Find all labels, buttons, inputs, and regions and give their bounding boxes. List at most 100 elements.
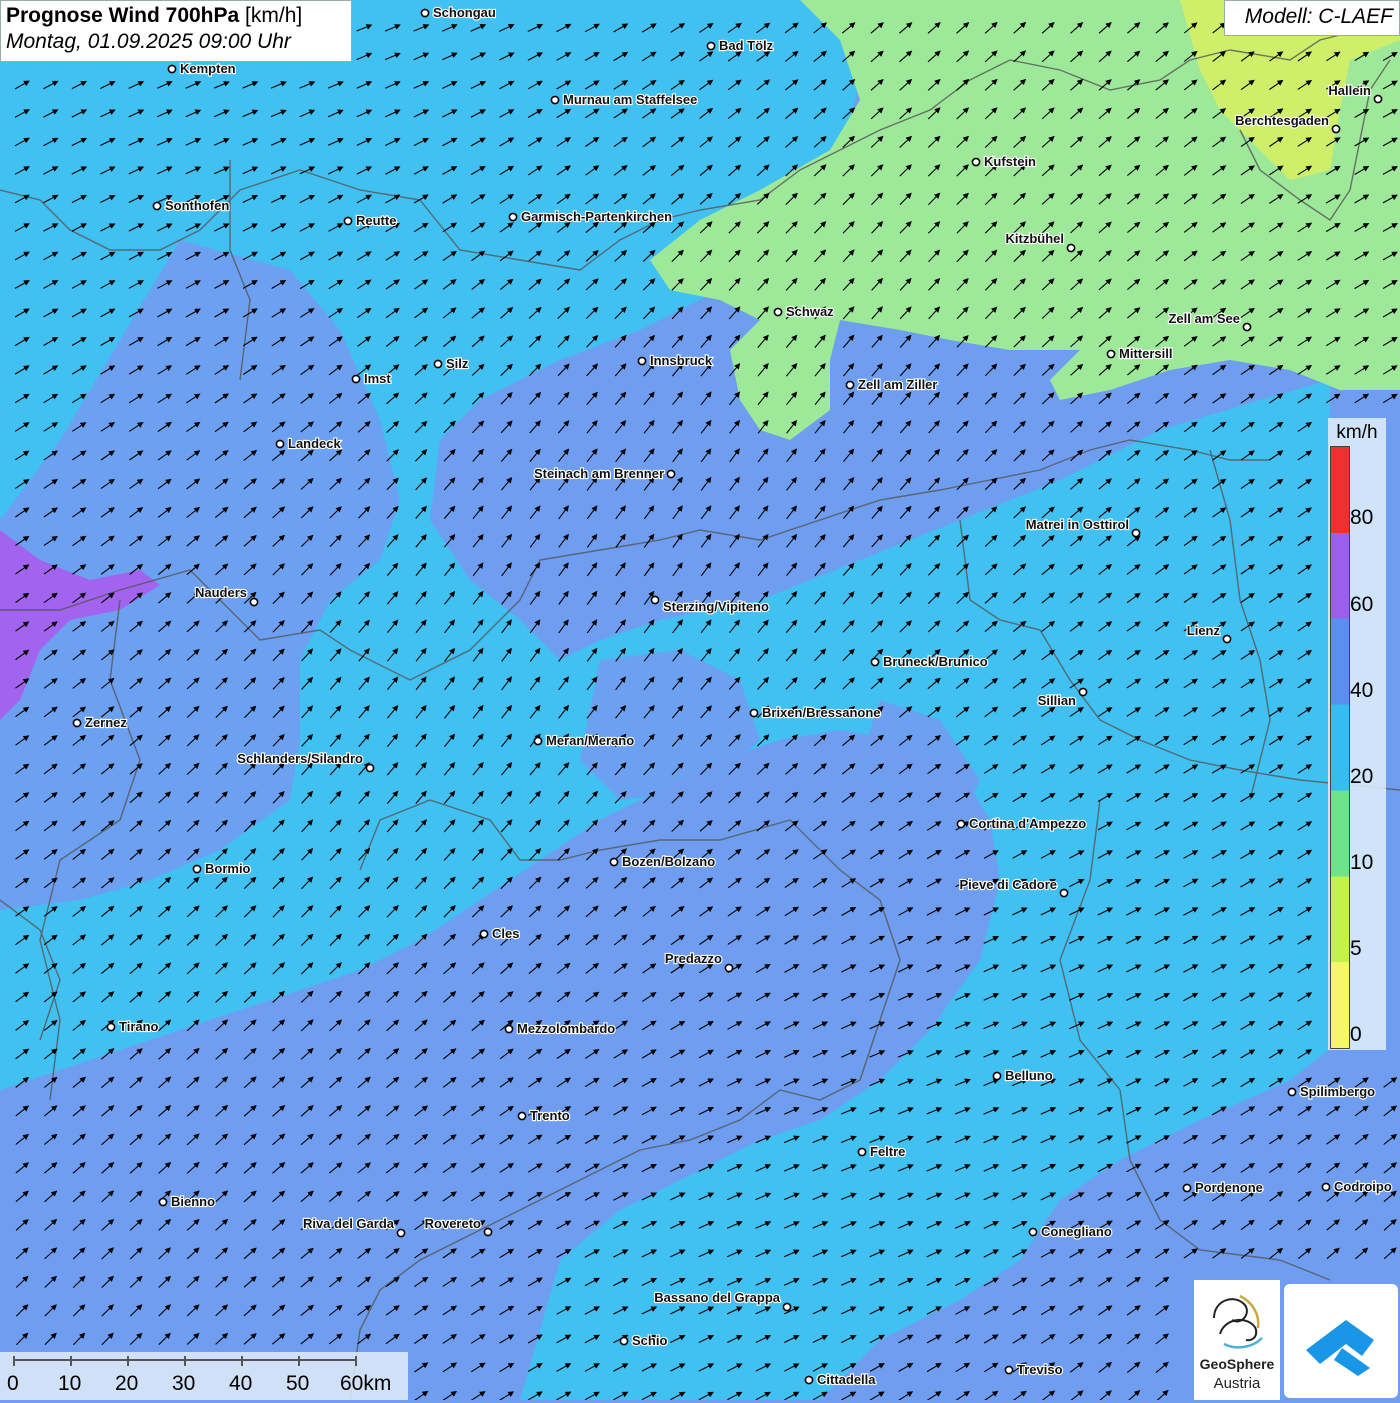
city-label: Brixen/Bressanone [762,705,881,720]
city-label: Pordenone [1195,1180,1263,1195]
city-label: Treviso [1017,1362,1063,1377]
city-marker[interactable] [1222,634,1232,644]
city-marker[interactable] [533,736,543,746]
city-marker[interactable] [1028,1227,1038,1237]
city-marker[interactable] [724,963,734,973]
city-marker[interactable] [1004,1365,1014,1375]
city-label: Sonthofen [165,198,229,213]
city-marker[interactable] [167,64,177,74]
city-marker[interactable] [619,1336,629,1346]
city-marker[interactable] [857,1147,867,1157]
city-marker[interactable] [1059,888,1069,898]
city-marker[interactable] [1106,349,1116,359]
city-marker[interactable] [1331,124,1341,134]
weather-app-logo[interactable] [1284,1284,1398,1398]
city-label: Schlanders/Silandro [237,751,363,766]
city-label: Imst [364,371,391,386]
geosphere-logo-text: GeoSphere [1199,1356,1275,1372]
city-marker[interactable] [483,1227,493,1237]
city-label: Landeck [288,436,342,451]
city-marker[interactable] [971,157,981,167]
city-marker[interactable] [152,201,162,211]
legend-label-10: 10 [1350,851,1374,874]
city-label: Trento [530,1108,570,1123]
city-marker[interactable] [72,718,82,728]
geosphere-logo[interactable]: GeoSphere Austria [1194,1280,1280,1400]
city-marker[interactable] [1078,687,1088,697]
city-marker[interactable] [365,763,375,773]
city-marker[interactable] [637,356,647,366]
city-label: Conegliano [1041,1224,1112,1239]
city-label: Innsbruck [650,353,713,368]
city-label: Zernez [85,715,127,730]
forecast-datetime: Montag, 01.09.2025 09:00 Uhr [6,30,291,53]
city-label: Rovereto [425,1216,481,1231]
city-marker[interactable] [845,380,855,390]
city-label: Murnau am Staffelsee [563,92,697,107]
city-label: Zell am Ziller [858,377,937,392]
legend-label-40: 40 [1350,679,1374,702]
city-marker[interactable] [1131,528,1141,538]
city-marker[interactable] [275,439,285,449]
title-box: Prognose Wind 700hPa [km/h] Montag, 01.0… [0,0,352,62]
scale-label-0: 0 [7,1372,19,1395]
city-marker[interactable] [343,216,353,226]
city-marker[interactable] [666,469,676,479]
city-marker[interactable] [992,1071,1002,1081]
city-marker[interactable] [192,864,202,874]
color-legend: km/h 80 60 40 20 10 5 0 [1328,418,1386,1050]
city-label: Bruneck/Brunico [883,654,988,669]
city-label: Bassano del Grappa [654,1290,780,1305]
city-marker[interactable] [956,819,966,829]
city-marker[interactable] [433,359,443,369]
legend-unit: km/h [1336,422,1378,443]
city-label: Cles [492,926,519,941]
geosphere-swirl-icon [1213,1294,1263,1349]
city-marker[interactable] [504,1024,514,1034]
city-marker[interactable] [106,1022,116,1032]
city-marker[interactable] [650,595,660,605]
city-marker[interactable] [420,8,430,18]
scale-label-60km: 60km [340,1372,392,1395]
city-label: Bormio [205,861,251,876]
city-marker[interactable] [396,1228,406,1238]
city-marker[interactable] [782,1302,792,1312]
scale-bar: 0 10 20 30 40 50 60km [0,1352,408,1400]
city-marker[interactable] [773,307,783,317]
city-marker[interactable] [1373,94,1383,104]
city-label: Schio [632,1333,667,1348]
city-label: Kitzbühel [1006,231,1065,246]
city-marker[interactable] [249,597,259,607]
city-marker[interactable] [479,929,489,939]
city-label: Bienno [171,1194,215,1209]
city-marker[interactable] [550,95,560,105]
city-marker[interactable] [158,1197,168,1207]
wind-map: Schongau Bad Tölz Kempten Murnau am Staffel… [0,0,1400,1400]
city-label: Reutte [356,213,396,228]
city-marker[interactable] [609,857,619,867]
city-marker[interactable] [1242,322,1252,332]
city-label: Belluno [1005,1068,1053,1083]
city-marker[interactable] [1182,1183,1192,1193]
city-marker[interactable] [749,708,759,718]
legend-label-20: 20 [1350,765,1374,788]
scale-label-20: 20 [115,1372,139,1395]
city-marker[interactable] [1287,1087,1297,1097]
legend-color-bar [1330,446,1350,1049]
city-label: Lienz [1187,623,1221,638]
title-main: Prognose Wind 700hPa [6,4,240,27]
city-label: Sillian [1038,693,1076,708]
city-label: Steinach am Brenner [534,466,664,481]
city-marker[interactable] [351,374,361,384]
city-label: Hallein [1328,83,1371,98]
city-marker[interactable] [517,1111,527,1121]
city-marker[interactable] [508,212,518,222]
city-marker[interactable] [804,1375,814,1385]
city-marker[interactable] [870,657,880,667]
scale-label-10: 10 [58,1372,82,1395]
city-marker[interactable] [1321,1182,1331,1192]
city-label: Schwaz [786,304,834,319]
city-marker[interactable] [706,41,716,51]
city-marker[interactable] [1066,243,1076,253]
city-label: Schongau [433,5,496,20]
